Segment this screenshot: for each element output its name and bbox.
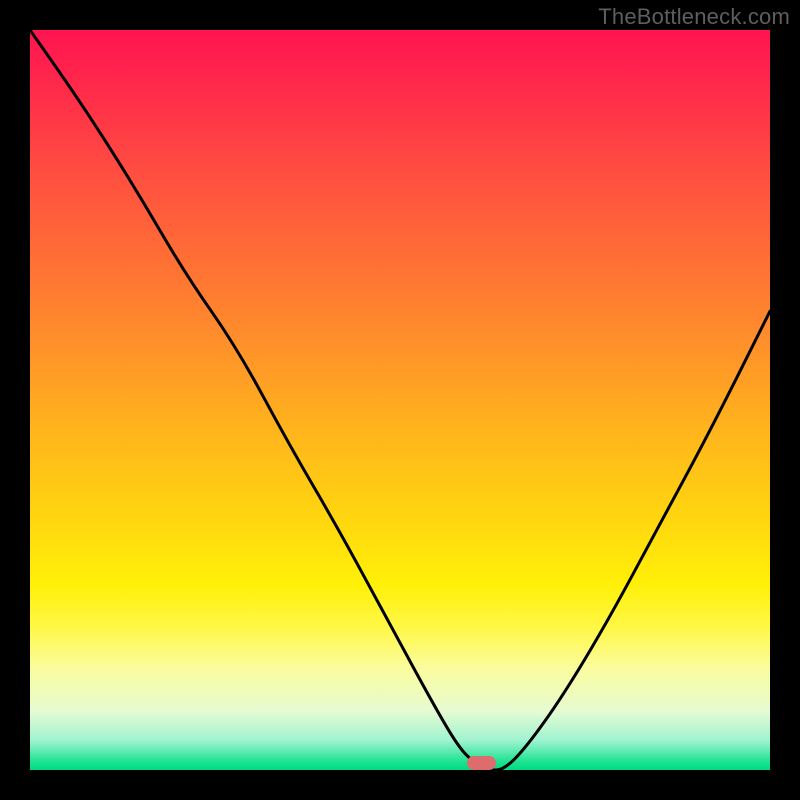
attribution-text: TheBottleneck.com [598,4,790,30]
bottleneck-curve [30,30,770,770]
chart-frame: TheBottleneck.com [0,0,800,800]
optimal-marker [467,756,497,770]
plot-area [30,30,770,770]
